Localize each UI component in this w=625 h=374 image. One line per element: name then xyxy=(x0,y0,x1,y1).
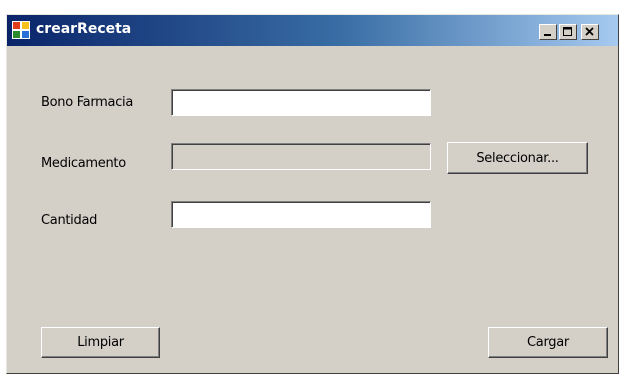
minimize-icon xyxy=(544,34,551,36)
limpiar-button[interactable]: Limpiar xyxy=(41,327,160,358)
crear-receta-window: crearReceta Bono Farmacia Medicamento Se… xyxy=(6,14,619,374)
minimize-button[interactable] xyxy=(539,24,557,40)
medicamento-input xyxy=(171,143,431,170)
maximize-icon xyxy=(563,27,572,36)
close-button[interactable] xyxy=(581,24,599,40)
cantidad-label: Cantidad xyxy=(41,213,98,228)
title-bar[interactable]: crearReceta xyxy=(7,15,618,46)
bono-farmacia-label: Bono Farmacia xyxy=(41,95,134,110)
seleccionar-button[interactable]: Seleccionar... xyxy=(447,142,588,174)
medicamento-label: Medicamento xyxy=(41,156,126,171)
cantidad-input[interactable] xyxy=(171,201,431,228)
window-title: crearReceta xyxy=(36,21,132,37)
close-icon xyxy=(585,27,594,36)
maximize-button[interactable] xyxy=(559,24,577,40)
cargar-button[interactable]: Cargar xyxy=(488,327,608,358)
bono-farmacia-input[interactable] xyxy=(171,89,431,116)
app-icon[interactable] xyxy=(12,21,30,39)
